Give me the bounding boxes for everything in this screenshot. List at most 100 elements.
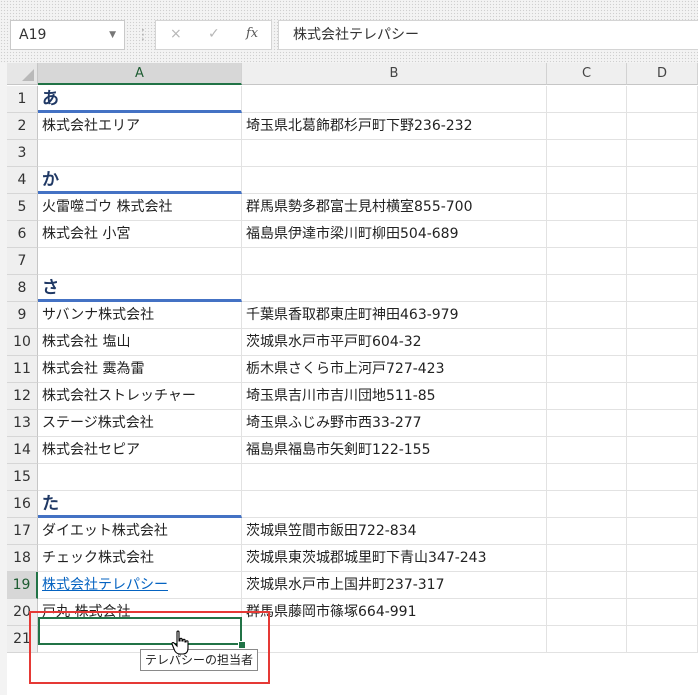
row-header-7[interactable]: 7 [7,248,38,275]
cell-b4[interactable] [242,167,547,194]
row-header-14[interactable]: 14 [7,437,38,464]
row-header-5[interactable]: 5 [7,194,38,221]
cell-c21[interactable] [547,626,627,653]
row-header-6[interactable]: 6 [7,221,38,248]
row-header-15[interactable]: 15 [7,464,38,491]
row-header-2[interactable]: 2 [7,113,38,140]
cell-a13[interactable]: ステージ株式会社 [38,410,242,437]
cell-b13[interactable]: 埼玉県ふじみ野市西33-277 [242,410,547,437]
cell-c7[interactable] [547,248,627,275]
cell-a5[interactable]: 火雷噬ゴウ 株式会社 [38,194,242,221]
cell-a3[interactable] [38,140,242,167]
cell-b1[interactable] [242,86,547,113]
column-header-b[interactable]: B [242,63,547,85]
cell-d2[interactable] [627,113,698,140]
cell-b19[interactable]: 茨城県水戸市上国井町237-317 [242,572,547,599]
row-header-10[interactable]: 10 [7,329,38,356]
cell-c14[interactable] [547,437,627,464]
cell-d11[interactable] [627,356,698,383]
cell-d4[interactable] [627,167,698,194]
row-header-4[interactable]: 4 [7,167,38,194]
cell-d7[interactable] [627,248,698,275]
cell-b5[interactable]: 群馬県勢多郡富士見村横室855-700 [242,194,547,221]
cell-b10[interactable]: 茨城県水戸市平戸町604-32 [242,329,547,356]
cell-d17[interactable] [627,518,698,545]
cell-d16[interactable] [627,491,698,518]
cell-a14[interactable]: 株式会社セピア [38,437,242,464]
cell-c6[interactable] [547,221,627,248]
cell-d19[interactable] [627,572,698,599]
cell-b18[interactable]: 茨城県東茨城郡城里町下青山347-243 [242,545,547,572]
cell-a17[interactable]: ダイエット株式会社 [38,518,242,545]
cancel-icon[interactable]: × [170,26,182,42]
cell-c11[interactable] [547,356,627,383]
cell-c8[interactable] [547,275,627,302]
cell-c9[interactable] [547,302,627,329]
cell-d18[interactable] [627,545,698,572]
cell-d20[interactable] [627,599,698,626]
cell-c10[interactable] [547,329,627,356]
cell-c2[interactable] [547,113,627,140]
cell-b21[interactable] [242,626,547,653]
cell-b15[interactable] [242,464,547,491]
cell-a1[interactable]: あ [38,86,242,113]
cell-c20[interactable] [547,599,627,626]
cell-b7[interactable] [242,248,547,275]
row-header-9[interactable]: 9 [7,302,38,329]
cell-d6[interactable] [627,221,698,248]
cell-a11[interactable]: 株式会社 霙為雷 [38,356,242,383]
cell-b17[interactable]: 茨城県笠間市飯田722-834 [242,518,547,545]
cell-d9[interactable] [627,302,698,329]
cell-c3[interactable] [547,140,627,167]
cell-d15[interactable] [627,464,698,491]
cell-a15[interactable] [38,464,242,491]
row-header-16[interactable]: 16 [7,491,38,518]
column-header-a[interactable]: A [38,63,242,85]
enter-icon[interactable]: ✓ [208,26,220,42]
cell-d5[interactable] [627,194,698,221]
cell-a8[interactable]: さ [38,275,242,302]
cell-d12[interactable] [627,383,698,410]
cell-d13[interactable] [627,410,698,437]
cell-c17[interactable] [547,518,627,545]
cell-b14[interactable]: 福島県福島市矢剣町122-155 [242,437,547,464]
row-header-1[interactable]: 1 [7,86,38,113]
row-header-18[interactable]: 18 [7,545,38,572]
cell-c4[interactable] [547,167,627,194]
row-header-13[interactable]: 13 [7,410,38,437]
row-header-19[interactable]: 19 [7,572,38,599]
cell-c13[interactable] [547,410,627,437]
cell-b3[interactable] [242,140,547,167]
cell-a4[interactable]: か [38,167,242,194]
cell-b9[interactable]: 千葉県香取郡東庄町神田463-979 [242,302,547,329]
select-all-button[interactable] [7,63,38,85]
cell-b12[interactable]: 埼玉県吉川市吉川団地511-85 [242,383,547,410]
row-header-3[interactable]: 3 [7,140,38,167]
cell-a12[interactable]: 株式会社ストレッチャー [38,383,242,410]
cell-a10[interactable]: 株式会社 塩山 [38,329,242,356]
cell-d3[interactable] [627,140,698,167]
cell-a6[interactable]: 株式会社 小宮 [38,221,242,248]
cell-a18[interactable]: チェック株式会社 [38,545,242,572]
cell-d14[interactable] [627,437,698,464]
grip-icon[interactable]: ⋮ [136,22,150,48]
cell-d21[interactable] [627,626,698,653]
cell-a7[interactable] [38,248,242,275]
cell-c15[interactable] [547,464,627,491]
cell-a2[interactable]: 株式会社エリア [38,113,242,140]
column-header-d[interactable]: D [627,63,698,85]
cell-b16[interactable] [242,491,547,518]
cell-c16[interactable] [547,491,627,518]
cell-c12[interactable] [547,383,627,410]
cell-c5[interactable] [547,194,627,221]
chevron-down-icon[interactable]: ▼ [109,21,116,49]
formula-input[interactable]: 株式会社テレパシー [278,20,698,50]
name-box[interactable]: A19 ▼ [10,20,125,50]
row-header-11[interactable]: 11 [7,356,38,383]
cell-a9[interactable]: サバンナ株式会社 [38,302,242,329]
cell-b20[interactable]: 群馬県藤岡市篠塚664-991 [242,599,547,626]
row-header-12[interactable]: 12 [7,383,38,410]
cell-b8[interactable] [242,275,547,302]
cell-b11[interactable]: 栃木県さくら市上河戸727-423 [242,356,547,383]
cell-c1[interactable] [547,86,627,113]
